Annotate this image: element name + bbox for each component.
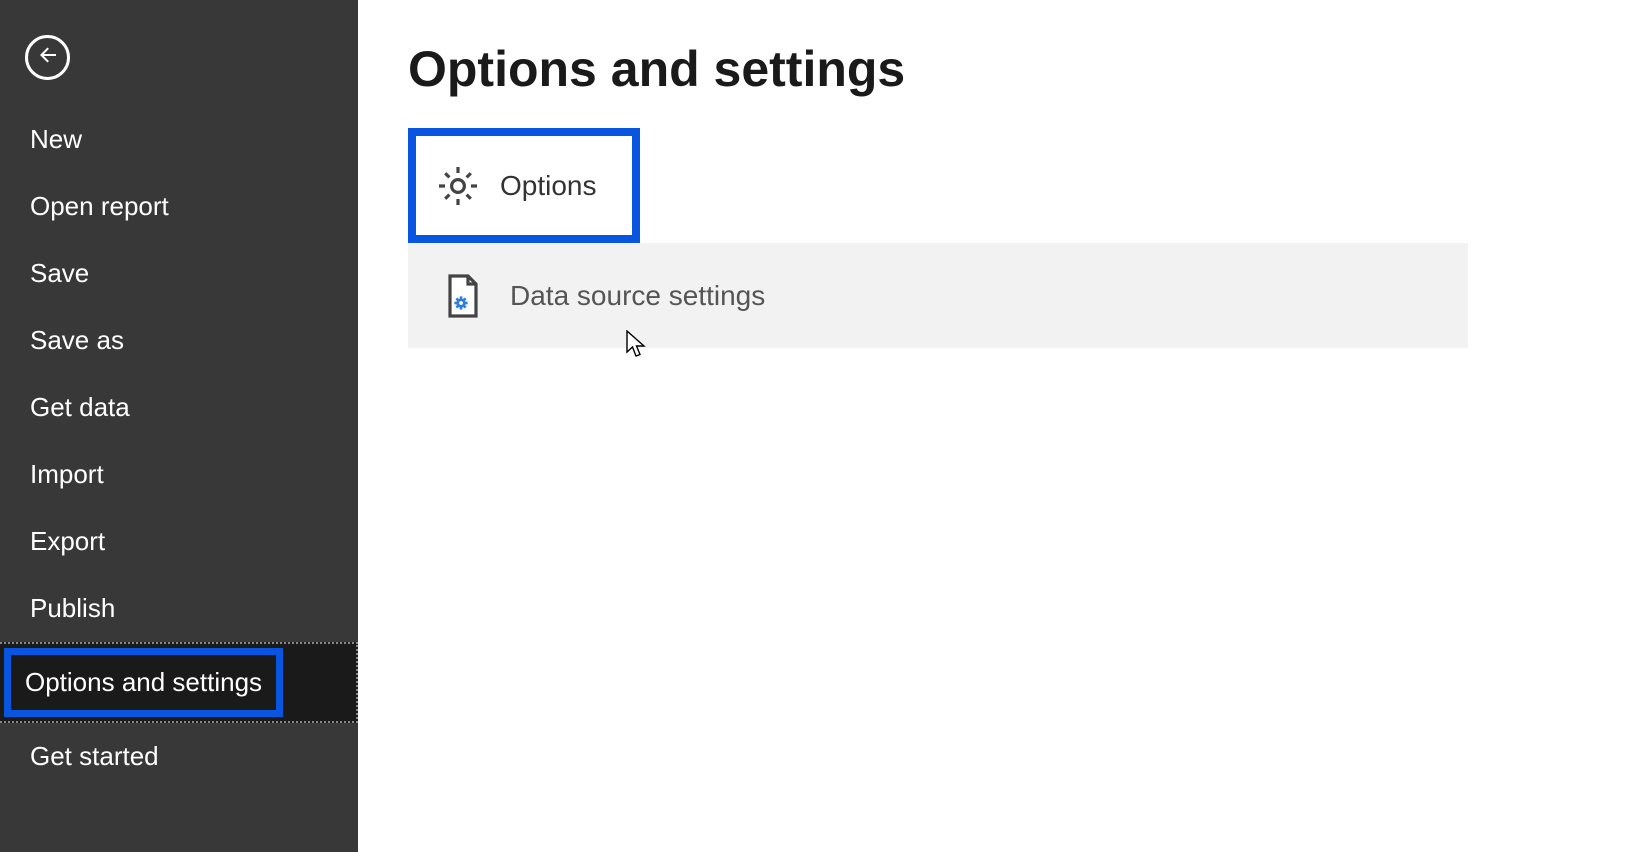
main-content: Options and settings Options Data source… — [358, 0, 1628, 852]
sidebar-item-export[interactable]: Export — [0, 508, 358, 575]
arrow-left-icon — [36, 43, 60, 72]
option-row-data-source-settings[interactable]: Data source settings — [408, 243, 1468, 348]
sidebar-item-options-and-settings[interactable]: Options and settings — [0, 642, 358, 723]
sidebar-item-label: New — [30, 124, 82, 154]
sidebar-item-open-report[interactable]: Open report — [0, 173, 358, 240]
sidebar-item-save[interactable]: Save — [0, 240, 358, 307]
sidebar-item-label: Publish — [30, 593, 115, 623]
option-row-label: Options — [500, 170, 597, 202]
sidebar-item-get-started[interactable]: Get started — [0, 723, 358, 790]
sidebar-item-label: Get started — [30, 741, 159, 771]
sidebar-item-publish[interactable]: Publish — [0, 575, 358, 642]
sidebar-item-new[interactable]: New — [0, 106, 358, 173]
sidebar-item-label: Get data — [30, 392, 130, 422]
back-button[interactable] — [25, 35, 70, 80]
sidebar: New Open report Save Save as Get data Im… — [0, 0, 358, 852]
annotation-highlight-box: Options and settings — [4, 648, 283, 717]
sidebar-item-label: Open report — [30, 191, 169, 221]
sidebar-item-label: Import — [30, 459, 104, 489]
document-gear-icon — [438, 272, 486, 320]
option-row-label: Data source settings — [510, 280, 765, 312]
sidebar-item-label: Save — [30, 258, 89, 288]
sidebar-item-save-as[interactable]: Save as — [0, 307, 358, 374]
sidebar-item-label: Options and settings — [25, 667, 262, 697]
sidebar-menu: New Open report Save Save as Get data Im… — [0, 106, 358, 790]
sidebar-item-label: Export — [30, 526, 105, 556]
gear-icon — [434, 162, 482, 210]
sidebar-item-get-data[interactable]: Get data — [0, 374, 358, 441]
sidebar-item-import[interactable]: Import — [0, 441, 358, 508]
page-title: Options and settings — [408, 40, 1628, 98]
sidebar-item-label: Save as — [30, 325, 124, 355]
option-row-options[interactable]: Options — [408, 128, 640, 243]
